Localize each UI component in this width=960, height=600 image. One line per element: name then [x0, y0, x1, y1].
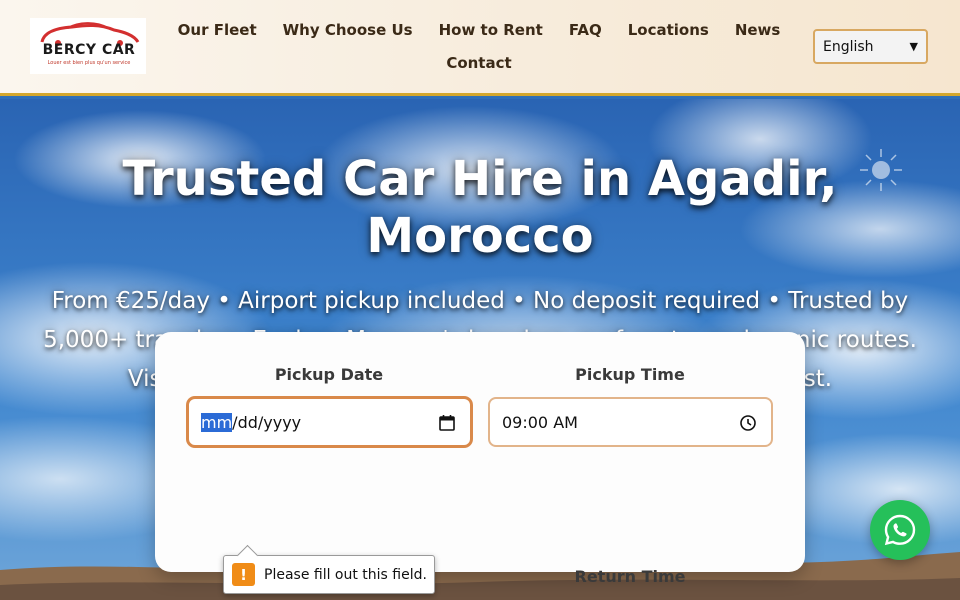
- booking-form-card: Pickup Date Pickup Time mm/dd/yyyy 09:00…: [155, 332, 805, 586]
- whatsapp-icon: [884, 514, 916, 546]
- pickup-time-value: 09:00 AM: [502, 412, 578, 432]
- validation-message: Please fill out this field.: [264, 566, 427, 583]
- whatsapp-button[interactable]: [870, 500, 930, 560]
- pickup-date-placeholder: /dd/yyyy: [232, 412, 302, 432]
- clock-icon[interactable]: [739, 414, 757, 432]
- hero-title: Trusted Car Hire in Agadir, Morocco: [122, 151, 838, 264]
- calendar-icon[interactable]: [438, 414, 456, 432]
- validation-tooltip: ! Please fill out this field.: [223, 555, 435, 594]
- pickup-date-label: Pickup Date: [274, 365, 384, 384]
- nav-row-2: Contact: [176, 51, 782, 75]
- chevron-down-icon: ▼: [909, 40, 918, 53]
- main-nav: Our Fleet Why Choose Us How to Rent FAQ …: [176, 18, 782, 75]
- pickup-time-input[interactable]: 09:00 AM: [488, 397, 773, 447]
- nav-row-1: Our Fleet Why Choose Us How to Rent FAQ …: [176, 18, 782, 42]
- brand-tagline: Louer est bien plus qu'un service: [47, 60, 131, 66]
- nav-link-faq[interactable]: FAQ: [569, 21, 602, 39]
- nav-link-contact[interactable]: Contact: [446, 54, 511, 72]
- nav-link-how-to-rent[interactable]: How to Rent: [439, 21, 543, 39]
- nav-link-our-fleet[interactable]: Our Fleet: [178, 21, 257, 39]
- warning-icon: !: [232, 563, 255, 586]
- return-time-label: Return Time: [574, 567, 686, 586]
- nav-link-locations[interactable]: Locations: [628, 21, 709, 39]
- site-header: BERCY CAR Louer est bien plus qu'un serv…: [0, 0, 960, 96]
- brand-logo[interactable]: BERCY CAR Louer est bien plus qu'un serv…: [30, 18, 146, 74]
- brand-name: BERCY CAR: [42, 42, 136, 58]
- language-selected-value: English: [823, 38, 874, 55]
- pickup-date-input[interactable]: mm/dd/yyyy: [187, 397, 472, 447]
- pickup-time-label: Pickup Time: [575, 365, 685, 384]
- language-select[interactable]: English ▼: [813, 29, 928, 64]
- pickup-date-month-segment[interactable]: mm: [201, 412, 233, 432]
- nav-link-news[interactable]: News: [735, 21, 781, 39]
- nav-link-why-choose-us[interactable]: Why Choose Us: [283, 21, 413, 39]
